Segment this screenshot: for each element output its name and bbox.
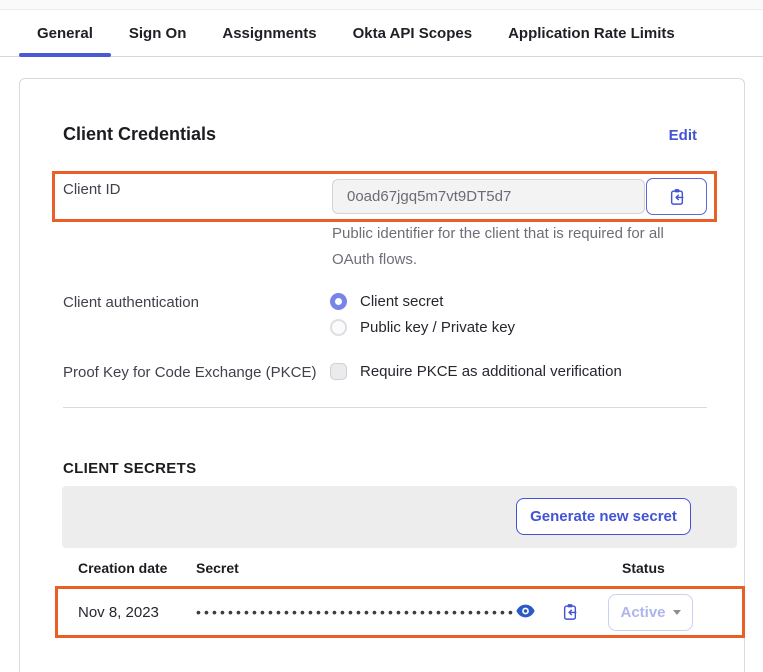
clipboard-copy-icon	[669, 188, 685, 206]
top-strip	[0, 0, 763, 10]
tab-assignments[interactable]: Assignments	[204, 10, 334, 56]
edit-link[interactable]: Edit	[669, 127, 697, 144]
secret-status-label: Active	[620, 604, 665, 621]
okta-app-settings-page: General Sign On Assignments Okta API Sco…	[0, 0, 763, 672]
tab-okta-api-scopes-label: Okta API Scopes	[353, 25, 473, 42]
auth-option-public-private-key-label: Public key / Private key	[360, 319, 515, 336]
radio-selected-icon[interactable]	[330, 293, 347, 310]
copy-secret-button[interactable]	[561, 602, 579, 621]
section-divider	[63, 407, 707, 408]
masked-secret-value: ••••••••••••••••••••••••••••••••••••••••	[196, 604, 516, 620]
secret-status-dropdown[interactable]: Active	[608, 594, 693, 631]
radio-unselected-icon[interactable]	[330, 319, 347, 336]
column-header-creation-date: Creation date	[78, 560, 167, 576]
client-id-label: Client ID	[63, 181, 121, 198]
pkce-label: Proof Key for Code Exchange (PKCE)	[63, 364, 316, 381]
tab-general[interactable]: General	[19, 10, 111, 56]
tab-sign-on-label: Sign On	[129, 25, 187, 42]
reveal-secret-button[interactable]	[515, 603, 535, 619]
tab-assignments-label: Assignments	[222, 25, 316, 42]
column-header-secret: Secret	[196, 560, 239, 576]
client-id-help-text: Public identifier for the client that is…	[332, 221, 672, 273]
checkbox-unchecked-icon[interactable]	[330, 363, 347, 380]
client-authentication-label: Client authentication	[63, 294, 199, 311]
client-id-value-field[interactable]: 0oad67jgq5m7vt9DT5d7	[332, 179, 645, 214]
client-credentials-title: Client Credentials	[63, 124, 216, 145]
tab-general-label: General	[37, 25, 93, 42]
tab-okta-api-scopes[interactable]: Okta API Scopes	[335, 10, 491, 56]
tab-bar: General Sign On Assignments Okta API Sco…	[0, 10, 763, 57]
copy-client-id-button[interactable]	[646, 178, 707, 215]
pkce-option-label: Require PKCE as additional verification	[360, 363, 622, 380]
tab-sign-on[interactable]: Sign On	[111, 10, 205, 56]
clipboard-copy-icon	[562, 603, 578, 621]
generate-new-secret-button[interactable]: Generate new secret	[516, 498, 691, 535]
auth-option-client-secret[interactable]: Client secret	[330, 293, 443, 310]
pkce-option[interactable]: Require PKCE as additional verification	[330, 363, 622, 380]
auth-option-client-secret-label: Client secret	[360, 293, 443, 310]
tab-application-rate-limits-label: Application Rate Limits	[508, 25, 675, 42]
column-header-status: Status	[622, 560, 665, 576]
tab-application-rate-limits[interactable]: Application Rate Limits	[490, 10, 693, 56]
eye-icon	[516, 604, 535, 618]
client-secrets-title: CLIENT SECRETS	[63, 460, 196, 477]
auth-option-public-private-key[interactable]: Public key / Private key	[330, 319, 515, 336]
secret-creation-date: Nov 8, 2023	[78, 604, 159, 621]
chevron-down-icon	[673, 610, 681, 615]
